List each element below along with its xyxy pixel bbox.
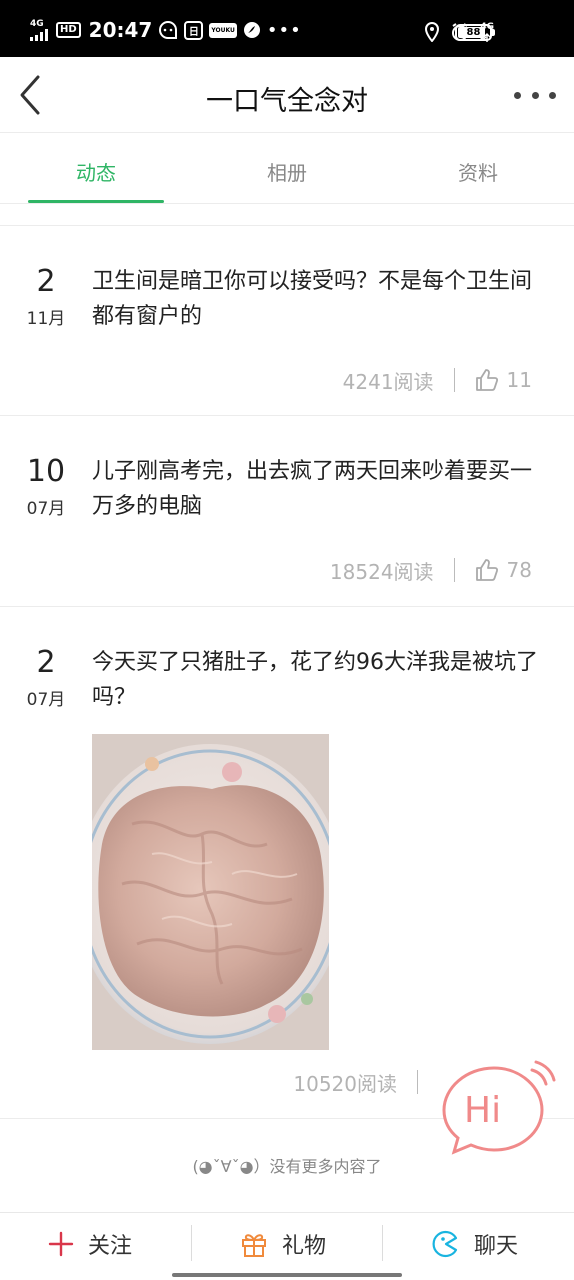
youku-icon: YOUKU <box>209 22 237 38</box>
post-month: 07月 <box>26 690 66 710</box>
post-stats: 18524阅读 78 <box>330 555 532 585</box>
chat-button[interactable]: 聊天 <box>432 1227 518 1261</box>
plus-icon <box>48 1231 74 1257</box>
post-month: 07月 <box>26 499 66 519</box>
follow-label: 关注 <box>88 1234 133 1259</box>
tab-bar: 动态 相册 资料 <box>0 134 574 204</box>
post-day: 2 <box>36 264 56 299</box>
signal-icon <box>30 28 48 41</box>
location-icon <box>425 22 440 42</box>
like-count: 11 <box>506 368 532 392</box>
dot-icon <box>549 91 556 99</box>
more-options-button[interactable] <box>514 83 556 107</box>
thumbs-up-icon <box>475 559 498 581</box>
post-stats: 4241阅读 11 <box>343 365 532 395</box>
like-button[interactable]: 78 <box>475 558 532 582</box>
clock: 20:47 <box>88 18 153 42</box>
dot-icon <box>514 91 521 99</box>
end-of-list-message: (◕ˇ∀ˇ◕）没有更多内容了 <box>192 1157 382 1176</box>
post-day: 2 <box>36 645 56 680</box>
battery-icon: 88 <box>455 24 495 41</box>
divider <box>191 1225 192 1261</box>
app-notification-icon: 日 <box>184 20 204 40</box>
gift-button[interactable]: 礼物 <box>240 1227 326 1261</box>
like-button[interactable]: 11 <box>475 368 532 392</box>
hi-greeting-button[interactable]: Hi <box>436 1060 556 1160</box>
stats-divider <box>417 1070 418 1094</box>
nav-bar: 一口气全念对 <box>0 57 574 133</box>
follow-button[interactable]: 关注 <box>48 1227 132 1261</box>
chat-notification-icon <box>159 20 178 39</box>
post-text[interactable]: 儿子刚高考完，出去疯了两天回来吵着要买一万多的电脑 <box>92 454 542 524</box>
gift-icon <box>242 1234 266 1257</box>
tab-feed[interactable]: 动态 <box>26 157 166 186</box>
signal-indicator: 4G <box>30 18 50 41</box>
battery-nub <box>492 29 495 36</box>
more-notifications-icon: ••• <box>266 19 302 41</box>
chat-face-icon <box>432 1230 458 1258</box>
stats-divider <box>453 558 455 582</box>
post-text[interactable]: 卫生间是暗卫你可以接受吗？不是每个卫生间都有窗户的 <box>92 264 542 334</box>
dot-icon <box>531 91 539 99</box>
status-bar: 4G HD 20:47 日 YOUKU ••• 4G 88 <box>0 0 574 57</box>
post-item[interactable]: 10 07月 儿子刚高考完，出去疯了两天回来吵着要买一万多的电脑 18524阅读… <box>0 416 574 607</box>
status-left: 4G HD 20:47 日 YOUKU ••• <box>30 18 302 42</box>
gift-label: 礼物 <box>282 1234 327 1259</box>
read-count: 4241阅读 <box>342 369 434 394</box>
post-month: 11月 <box>26 309 66 329</box>
post-stats: 10520阅读 <box>293 1067 438 1097</box>
battery-level: 88 <box>466 27 481 38</box>
post-photo[interactable] <box>92 734 329 1050</box>
read-count: 18524阅读 <box>329 559 434 584</box>
browser-icon <box>243 22 260 38</box>
chat-label: 聊天 <box>474 1234 519 1259</box>
page-title: 一口气全念对 <box>206 86 368 117</box>
hd-badge: HD <box>56 22 81 38</box>
network-type-label: 4G <box>30 18 44 29</box>
active-tab-indicator <box>28 200 164 203</box>
tab-album[interactable]: 相册 <box>217 157 357 186</box>
stats-divider <box>453 368 455 392</box>
divider <box>382 1225 383 1261</box>
read-count: 10520阅读 <box>293 1071 397 1096</box>
like-count: 78 <box>506 558 532 582</box>
tab-profile[interactable]: 资料 <box>408 157 548 186</box>
post-text[interactable]: 今天买了只猪肚子，花了约96大洋我是被坑了吗？ <box>92 645 542 715</box>
post-item[interactable]: 2 11月 卫生间是暗卫你可以接受吗？不是每个卫生间都有窗户的 4241阅读 1… <box>0 226 574 416</box>
home-indicator[interactable] <box>172 1273 402 1277</box>
thumbs-up-icon <box>475 369 498 391</box>
bottom-action-bar: 关注 礼物 聊天 <box>0 1212 574 1280</box>
hi-label: Hi <box>464 1090 502 1131</box>
post-photo-image <box>92 734 329 1050</box>
post-day: 10 <box>26 454 66 489</box>
